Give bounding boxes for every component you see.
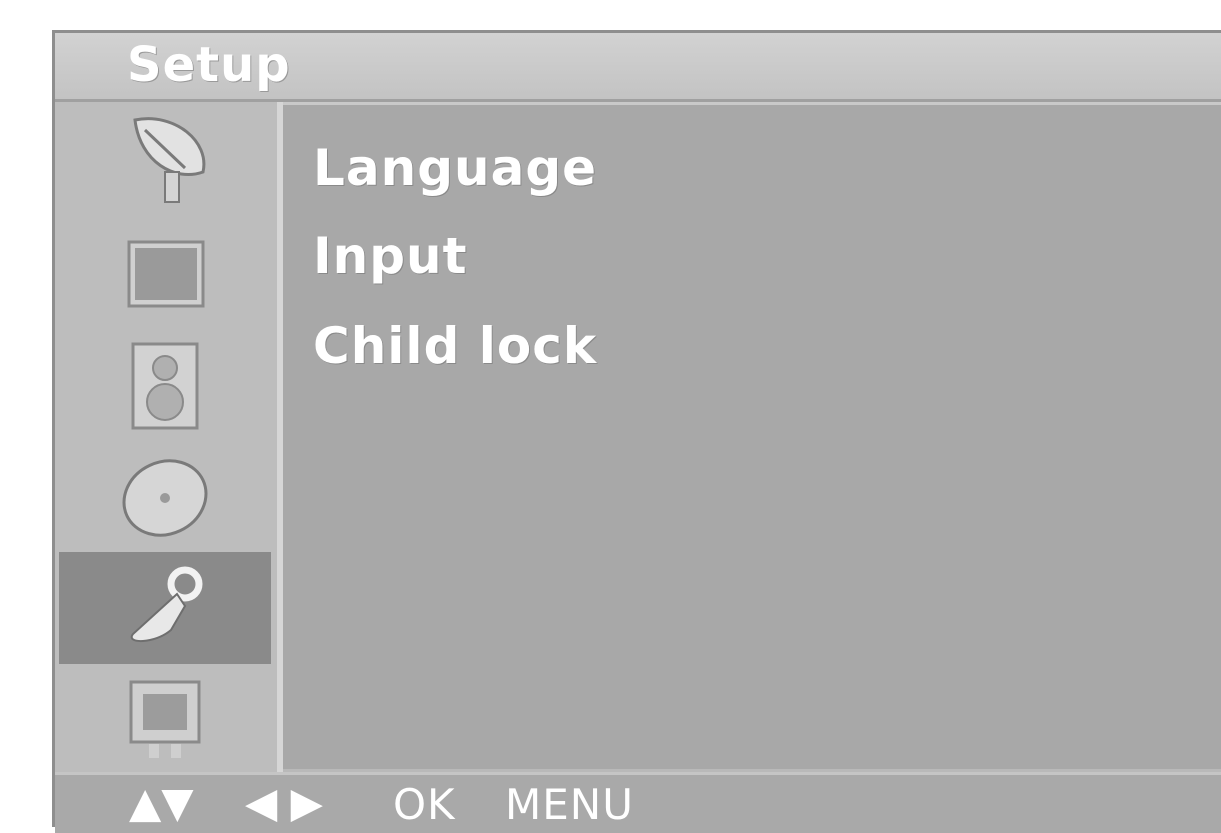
left-right-arrows-icon: ◀ ▶ [245, 778, 323, 827]
up-down-arrows-icon: ▲▼ [129, 778, 194, 827]
sidebar-item-time[interactable] [59, 440, 271, 552]
setup-menu-panel: Language Input Child lock [283, 102, 1221, 769]
menu-item-language[interactable]: Language [313, 139, 597, 197]
sidebar-item-setup[interactable] [59, 552, 271, 664]
menu-hint: MENU [505, 780, 634, 829]
speaker-icon [131, 342, 199, 430]
tv-icon [129, 680, 201, 758]
sidebar-item-sound[interactable] [59, 328, 271, 440]
title-bar: Setup [55, 33, 1221, 102]
sidebar-item-station[interactable] [59, 104, 271, 216]
navigation-hint-bar: ▲▼ ◀ ▶ OK MENU [55, 772, 1221, 833]
satellite-dish-icon [133, 117, 206, 203]
menu-item-input[interactable]: Input [313, 227, 468, 285]
wrench-icon [130, 566, 203, 643]
sidebar-item-picture[interactable] [59, 216, 271, 328]
setup-osd-window: Setup Language Input Child lock ▲▼ ◀ ▶ O… [52, 30, 1221, 833]
category-sidebar [55, 102, 283, 772]
menu-item-child-lock[interactable]: Child lock [313, 317, 597, 375]
picture-icon [127, 240, 205, 308]
sidebar-item-option[interactable] [59, 664, 271, 776]
menu-title: Setup [127, 37, 291, 93]
clock-icon [122, 459, 208, 537]
ok-hint: OK [393, 780, 456, 829]
